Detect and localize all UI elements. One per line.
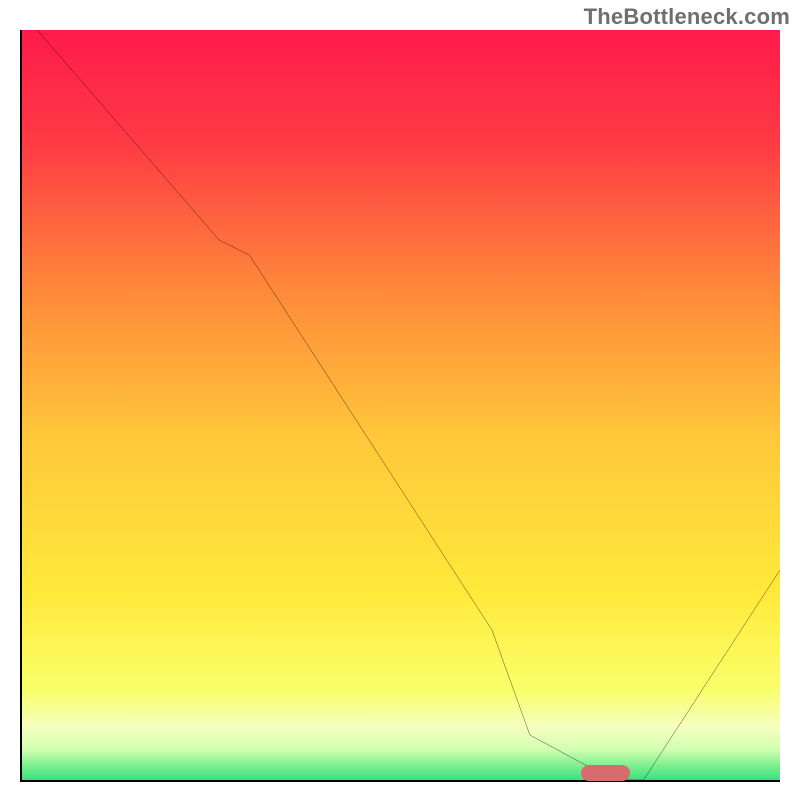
optimal-marker [581,765,630,781]
background-gradient [22,30,780,780]
chart-container: TheBottleneck.com [0,0,800,800]
watermark-label: TheBottleneck.com [584,4,790,30]
plot-area [20,30,780,782]
